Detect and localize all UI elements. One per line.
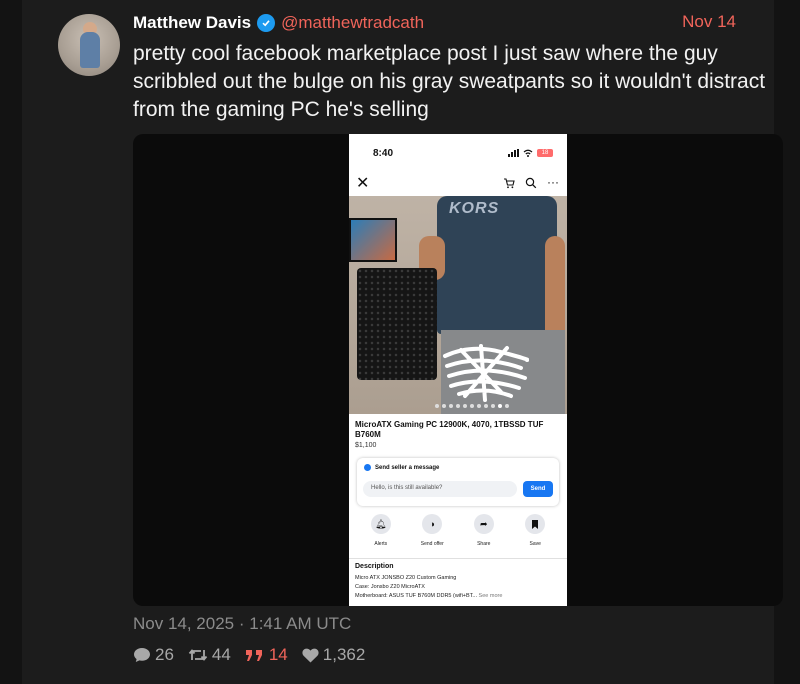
share-icon: ➦ <box>473 514 494 534</box>
likes-stat[interactable]: 1,362 <box>302 645 366 665</box>
retweet-icon <box>188 649 208 661</box>
search-icon <box>525 177 537 189</box>
listing-photo: KORS <box>349 196 567 414</box>
likes-count: 1,362 <box>322 645 366 664</box>
save-action: Save <box>511 514 559 547</box>
send-button: Send <box>523 481 553 497</box>
cart-icon <box>504 178 515 189</box>
retweets-stat[interactable]: 44 <box>188 645 231 665</box>
avatar-figure <box>80 32 100 68</box>
description-line: Micro ATX JONSBO Z20 Custom Gaming <box>355 575 457 581</box>
engagement-stats: 26 44 14 1,362 <box>133 645 365 665</box>
listing-title: MicroATX Gaming PC 12900K, 4070, 1TBSSD … <box>355 420 544 439</box>
post-text: pretty cool facebook marketplace post I … <box>133 42 766 121</box>
shirt-logo: KORS <box>449 200 500 217</box>
battery-icon: 18 <box>537 149 553 157</box>
handle[interactable]: @matthewtradcath <box>281 13 424 33</box>
more-icon: ··· <box>547 175 559 189</box>
scribble-mark <box>443 344 529 402</box>
message-seller-box: Send seller a message Hello, is this sti… <box>357 458 559 506</box>
tv-image <box>349 218 397 262</box>
quotes-stat[interactable]: 14 <box>245 645 288 665</box>
heart-icon <box>302 648 319 662</box>
message-heading: Send seller a message <box>364 464 439 471</box>
action-label: Save <box>529 541 541 547</box>
nav-icons: ··· <box>503 175 559 189</box>
action-label: Send offer <box>420 541 444 547</box>
status-bar: 8:40 18 <box>349 134 567 174</box>
status-time: 8:40 <box>373 148 394 159</box>
media-attachment[interactable]: 8:40 18 ✕ ··· KORS MicroATX Gaming PC 12… <box>133 134 783 606</box>
share-action: ➦ Share <box>460 514 508 547</box>
signal-icon <box>508 149 519 157</box>
message-input: Hello, is this still available? <box>363 481 517 497</box>
bookmark-icon <box>525 514 546 534</box>
replies-count: 26 <box>155 645 174 664</box>
description-heading: Description <box>355 563 394 570</box>
close-icon: ✕ <box>356 175 370 192</box>
action-label: Alerts <box>374 541 388 547</box>
alerts-action: 🔔︎ Alerts <box>357 514 405 547</box>
photo-carousel-dots <box>435 404 509 408</box>
gaming-pc-image <box>357 268 437 380</box>
quotes-count: 14 <box>268 645 288 664</box>
listing-price: $1,100 <box>355 442 377 449</box>
status-icons: 18 <box>508 149 553 157</box>
description-line-last: Motherboard: ASUS TUF B760M DDR5 (wifi+B… <box>355 593 502 599</box>
message-heading-text: Send seller a message <box>375 464 440 471</box>
action-label: Share <box>477 541 491 547</box>
post-timestamp[interactable]: Nov 14, 2025 · 1:41 AM UTC <box>133 614 351 634</box>
description-line: Case: Jonsbo Z20 MicroATX <box>355 584 425 590</box>
description-line-text: Motherboard: ASUS TUF B760M DDR5 (wifi+B… <box>355 593 478 599</box>
verified-badge-icon <box>257 14 276 32</box>
avatar[interactable] <box>58 14 120 76</box>
wifi-icon <box>523 149 533 157</box>
send-offer-action: ◑ Send offer <box>408 514 456 547</box>
reply-icon <box>134 648 150 662</box>
divider <box>349 558 567 559</box>
tweet-card: Matthew Davis @matthewtradcath Nov 14 pr… <box>22 0 783 684</box>
marketplace-screenshot: 8:40 18 ✕ ··· KORS MicroATX Gaming PC 12… <box>349 134 567 606</box>
post-date[interactable]: Nov 14 <box>682 12 736 32</box>
display-name[interactable]: Matthew Davis <box>133 13 251 33</box>
quote-icon <box>245 650 262 661</box>
offer-icon: ◑ <box>422 514 443 534</box>
retweets-count: 44 <box>211 645 231 664</box>
bell-icon: 🔔︎ <box>370 514 391 534</box>
messenger-icon <box>364 464 371 471</box>
tweet-header: Matthew Davis @matthewtradcath <box>133 11 424 35</box>
listing-navbar: ✕ ··· <box>349 174 567 198</box>
see-more-link: See more <box>478 593 503 599</box>
listing-actions: 🔔︎ Alerts ◑ Send offer ➦ Share Save <box>355 514 561 547</box>
replies-stat[interactable]: 26 <box>133 645 174 665</box>
